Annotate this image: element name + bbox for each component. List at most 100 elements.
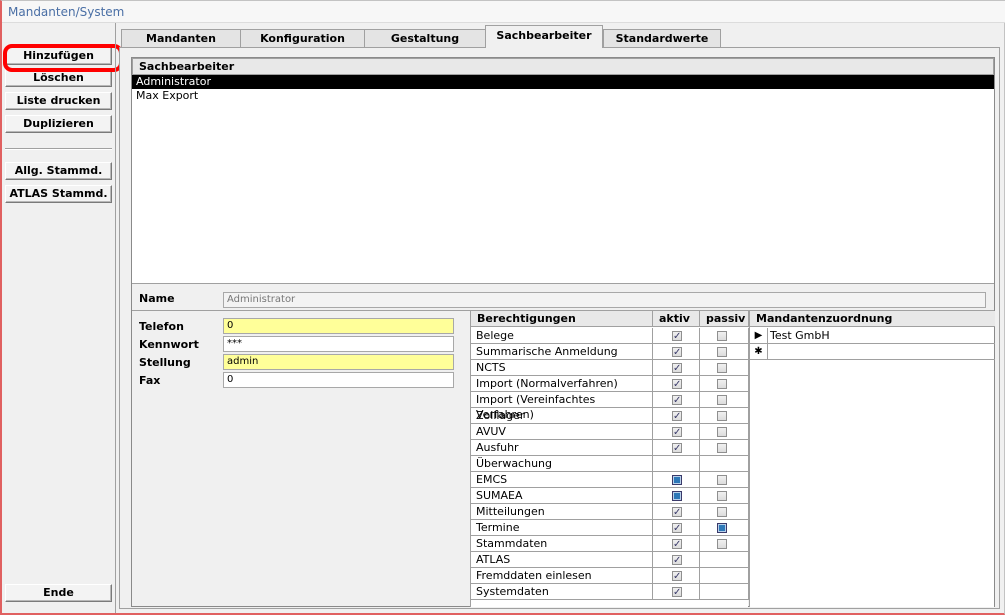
- tab-standardwerte[interactable]: Standardwerte: [603, 29, 721, 47]
- aktiv-cell: [653, 472, 700, 488]
- table-row: AVUV: [471, 424, 749, 440]
- table-row[interactable]: ▶ Test GmbH: [750, 328, 995, 344]
- general-master-data-button[interactable]: Allg. Stammd.: [5, 162, 112, 180]
- kennwort-label: Kennwort: [139, 338, 199, 351]
- permission-name: Belege: [471, 328, 653, 344]
- tab-gestaltung[interactable]: Gestaltung: [364, 29, 486, 47]
- aktiv-checkbox[interactable]: [672, 553, 682, 568]
- table-row: Ausfuhr: [471, 440, 749, 456]
- table-row: Stammdaten: [471, 536, 749, 552]
- duplicate-button[interactable]: Duplizieren: [5, 115, 112, 133]
- aktiv-cell: [653, 568, 700, 584]
- table-row: Mitteilungen: [471, 504, 749, 520]
- permission-name: Überwachung: [471, 456, 653, 472]
- passiv-checkbox[interactable]: [717, 379, 727, 389]
- permission-name: ATLAS: [471, 552, 653, 568]
- table-row: SUMAEA: [471, 488, 749, 504]
- kennwort-field[interactable]: ***: [223, 336, 454, 352]
- sachbearbeiter-panel: Sachbearbeiter Administrator Max Export …: [131, 57, 995, 607]
- permission-name: Systemdaten: [471, 584, 653, 600]
- passiv-cell: [700, 504, 749, 520]
- stellung-field[interactable]: admin: [223, 354, 454, 370]
- aktiv-checkbox[interactable]: [672, 537, 682, 552]
- aktiv-checkbox[interactable]: [672, 329, 682, 344]
- current-row-icon: ▶: [750, 328, 768, 344]
- passiv-checkbox[interactable]: [717, 427, 727, 437]
- window-title: Mandanten/System: [2, 1, 1005, 23]
- passiv-cell: [700, 488, 749, 504]
- aktiv-cell: [653, 408, 700, 424]
- new-row[interactable]: ✱: [750, 344, 995, 360]
- aktiv-checkbox[interactable]: [672, 521, 682, 536]
- table-row: Fremddaten einlesen: [471, 568, 749, 584]
- rights-header: Berechtigungen: [471, 311, 653, 327]
- table-row: Import (Vereinfachtes Verfahren): [471, 392, 749, 421]
- aktiv-checkbox[interactable]: [672, 345, 682, 360]
- aktiv-checkbox[interactable]: [672, 569, 682, 584]
- tab-konfiguration[interactable]: Konfiguration: [240, 29, 365, 47]
- passiv-checkbox[interactable]: [717, 539, 727, 549]
- passiv-cell: [700, 520, 749, 536]
- permission-name: SUMAEA: [471, 488, 653, 504]
- aktiv-checkbox[interactable]: [672, 491, 682, 501]
- print-list-button[interactable]: Liste drucken: [5, 92, 112, 110]
- mandant-name[interactable]: Test GmbH: [770, 328, 830, 343]
- permission-name: Zolllager: [471, 408, 653, 424]
- passiv-cell: [700, 360, 749, 376]
- content-area: Mandanten Konfiguration Gestaltung Sachb…: [115, 23, 1001, 613]
- permission-name: Stammdaten: [471, 536, 653, 552]
- list-item[interactable]: Max Export: [132, 89, 994, 103]
- end-button[interactable]: Ende: [5, 584, 112, 602]
- aktiv-checkbox[interactable]: [672, 585, 682, 600]
- aktiv-header: aktiv: [653, 311, 700, 327]
- table-row: Import (Normalverfahren): [471, 376, 749, 392]
- passiv-cell: [700, 328, 749, 344]
- stellung-label: Stellung: [139, 356, 191, 369]
- aktiv-checkbox[interactable]: [672, 441, 682, 456]
- fax-field[interactable]: 0: [223, 372, 454, 388]
- table-row: NCTS: [471, 360, 749, 376]
- list-item[interactable]: Administrator: [132, 75, 994, 89]
- aktiv-cell: [653, 584, 700, 600]
- employee-list[interactable]: Administrator Max Export: [132, 75, 994, 284]
- telefon-field[interactable]: 0: [223, 318, 454, 334]
- aktiv-cell: [653, 488, 700, 504]
- passiv-checkbox[interactable]: [717, 347, 727, 357]
- passiv-checkbox[interactable]: [717, 411, 727, 421]
- table-row: Summarische Anmeldung: [471, 344, 749, 360]
- tab-sachbearbeiter[interactable]: Sachbearbeiter: [485, 25, 603, 48]
- passiv-checkbox[interactable]: [717, 523, 727, 533]
- aktiv-checkbox[interactable]: [672, 361, 682, 376]
- passiv-cell: [700, 376, 749, 392]
- permission-name: AVUV: [471, 424, 653, 440]
- passiv-cell: [700, 392, 749, 408]
- table-row: Termine: [471, 520, 749, 536]
- mandanten-header: Mandantenzuordnung: [750, 311, 995, 327]
- passiv-checkbox[interactable]: [717, 443, 727, 453]
- telefon-label: Telefon: [139, 320, 184, 333]
- atlas-master-data-button[interactable]: ATLAS Stammd.: [5, 185, 112, 203]
- aktiv-cell: [653, 440, 700, 456]
- permission-name: Summarische Anmeldung: [471, 344, 653, 360]
- passiv-checkbox[interactable]: [717, 491, 727, 501]
- aktiv-checkbox[interactable]: [672, 505, 682, 520]
- list-header: Sachbearbeiter: [132, 58, 994, 75]
- passiv-checkbox[interactable]: [717, 395, 727, 405]
- permission-name: Import (Vereinfachtes Verfahren): [471, 392, 653, 421]
- passiv-checkbox[interactable]: [717, 363, 727, 373]
- name-field[interactable]: Administrator: [223, 292, 986, 308]
- aktiv-checkbox[interactable]: [672, 425, 682, 440]
- tab-mandanten[interactable]: Mandanten: [121, 29, 241, 47]
- aktiv-cell: [653, 552, 700, 568]
- aktiv-checkbox[interactable]: [672, 377, 682, 392]
- passiv-checkbox[interactable]: [717, 507, 727, 517]
- permission-name: Mitteilungen: [471, 504, 653, 520]
- aktiv-checkbox[interactable]: [672, 409, 682, 424]
- aktiv-checkbox[interactable]: [672, 475, 682, 485]
- passiv-header: passiv: [700, 311, 749, 327]
- passiv-checkbox[interactable]: [717, 331, 727, 341]
- aktiv-checkbox[interactable]: [672, 393, 682, 408]
- passiv-checkbox[interactable]: [717, 475, 727, 485]
- permission-name: Fremddaten einlesen: [471, 568, 653, 584]
- tab-bar: Mandanten Konfiguration Gestaltung Sachb…: [116, 25, 1002, 48]
